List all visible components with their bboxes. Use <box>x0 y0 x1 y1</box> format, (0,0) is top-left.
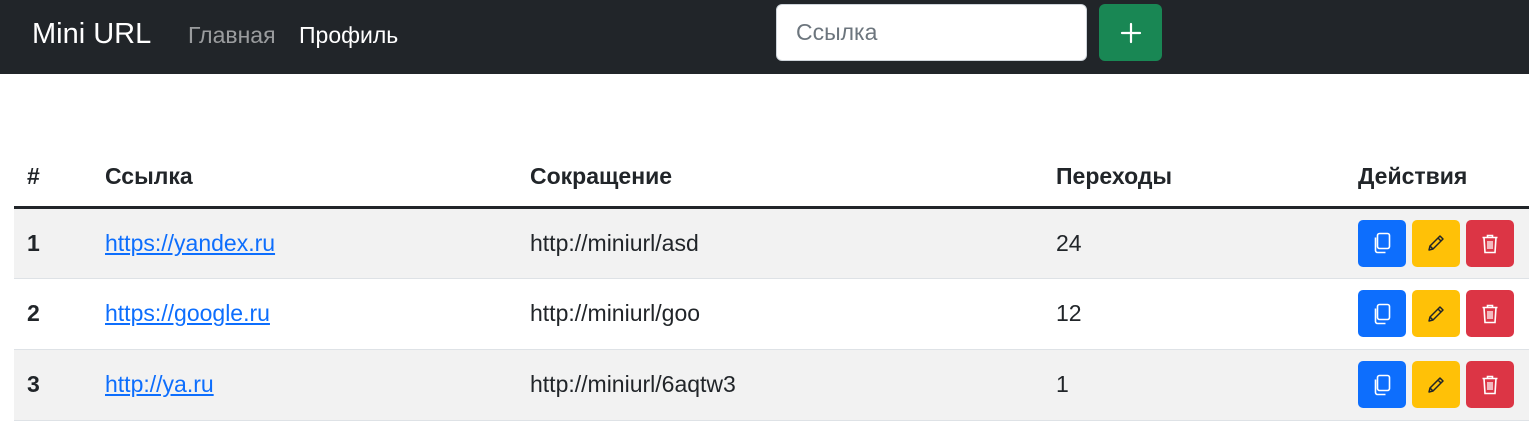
table-header-row: # Ссылка Сокращение Переходы Действия <box>14 148 1529 209</box>
header-actions: Действия <box>1345 148 1529 209</box>
nav-link-home[interactable]: Главная <box>188 20 276 50</box>
row-short-url: http://miniurl/6aqtw3 <box>517 349 1043 421</box>
pencil-icon <box>1428 376 1444 393</box>
row-url-link[interactable]: http://ya.ru <box>105 371 214 397</box>
links-table: # Ссылка Сокращение Переходы Действия 1h… <box>14 148 1529 421</box>
edit-button[interactable] <box>1412 290 1460 337</box>
action-buttons <box>1358 361 1529 408</box>
copy-icon <box>1374 374 1391 395</box>
edit-button[interactable] <box>1412 361 1460 408</box>
header-link: Ссылка <box>92 148 517 209</box>
row-number: 1 <box>14 207 92 279</box>
table-row: 1 https://yandex.ru http://miniurl/asd 24 <box>14 207 1529 279</box>
header-number: # <box>14 148 92 209</box>
row-number: 3 <box>14 349 92 421</box>
row-short-url: http://miniurl/goo <box>517 278 1043 350</box>
pencil-icon <box>1428 305 1444 322</box>
copy-icon <box>1374 232 1391 254</box>
copy-icon <box>1374 303 1391 324</box>
copy-button[interactable] <box>1358 361 1406 408</box>
action-buttons <box>1358 290 1529 337</box>
pencil-icon <box>1428 235 1444 251</box>
nav-link-profile[interactable]: Профиль <box>299 20 398 50</box>
edit-button[interactable] <box>1412 219 1460 267</box>
row-url-cell: https://google.ru <box>92 278 517 350</box>
delete-button[interactable] <box>1466 290 1514 337</box>
row-actions <box>1345 278 1529 350</box>
row-actions <box>1345 349 1529 421</box>
add-url-button[interactable] <box>1099 4 1162 61</box>
links-table-container: # Ссылка Сокращение Переходы Действия 1h… <box>14 148 1529 421</box>
row-url-link[interactable]: https://google.ru <box>105 300 270 326</box>
header-clicks: Переходы <box>1043 148 1345 209</box>
header-short: Сокращение <box>517 148 1043 209</box>
row-clicks: 12 <box>1043 278 1345 350</box>
trash-icon <box>1482 304 1498 324</box>
trash-icon <box>1482 234 1498 253</box>
table-row: 2 https://google.ru http://miniurl/goo 12 <box>14 278 1529 350</box>
table-row: 3 http://ya.ru http://miniurl/6aqtw3 1 <box>14 349 1529 421</box>
trash-icon <box>1482 375 1498 395</box>
copy-button[interactable] <box>1358 290 1406 337</box>
row-actions <box>1345 207 1529 279</box>
delete-button[interactable] <box>1466 361 1514 408</box>
brand-logo[interactable]: Mini URL <box>32 16 151 52</box>
top-navbar: Mini URL Главная Профиль <box>0 0 1529 74</box>
row-number: 2 <box>14 278 92 350</box>
row-url-link[interactable]: https://yandex.ru <box>105 230 275 256</box>
plus-icon <box>1120 22 1141 43</box>
row-short-url: http://miniurl/asd <box>517 207 1043 279</box>
delete-button[interactable] <box>1466 219 1514 267</box>
copy-button[interactable] <box>1358 219 1406 267</box>
row-clicks: 24 <box>1043 207 1345 279</box>
url-input[interactable] <box>776 4 1087 61</box>
row-url-cell: http://ya.ru <box>92 349 517 421</box>
row-clicks: 1 <box>1043 349 1345 421</box>
action-buttons <box>1358 219 1529 267</box>
row-url-cell: https://yandex.ru <box>92 207 517 279</box>
